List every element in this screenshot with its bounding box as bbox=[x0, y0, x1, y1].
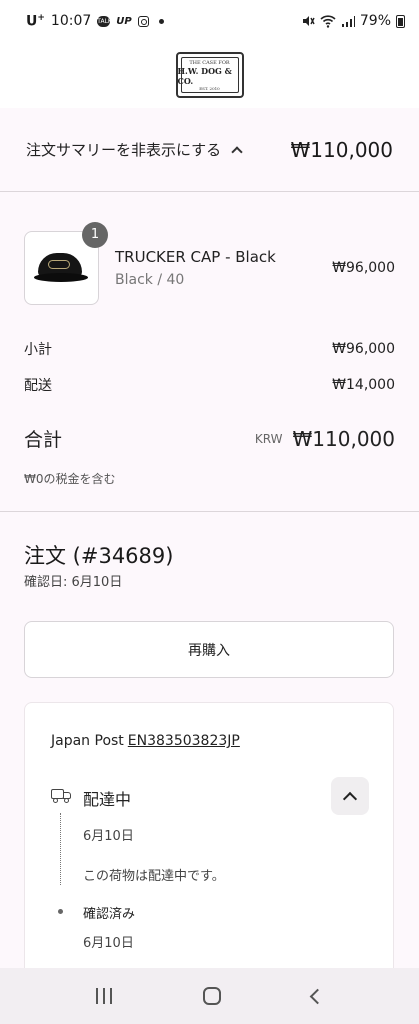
carrier-line: Japan Post EN383503823JP bbox=[51, 733, 240, 749]
shipping-label: 配送 bbox=[24, 378, 52, 394]
subtotal-value: ₩96,000 bbox=[332, 341, 395, 357]
logo-line1: THE CASE FOR bbox=[189, 59, 230, 66]
currency-code: KRW bbox=[254, 431, 283, 446]
battery-percent: 79% bbox=[359, 13, 391, 29]
carrier-label: U+ bbox=[26, 12, 45, 30]
total-value: ₩110,000 bbox=[292, 426, 395, 451]
signal-icon bbox=[341, 15, 355, 27]
event-title: 確認済み bbox=[83, 907, 136, 922]
status-bar: U+ 10:07 TALK UP 79% bbox=[0, 0, 419, 42]
status-right: 79% bbox=[301, 13, 405, 29]
timeline-bullet bbox=[58, 909, 63, 914]
clock: 10:07 bbox=[50, 13, 92, 29]
summary-toggle-label: 注文サマリーを非表示にする bbox=[26, 141, 222, 159]
battery-icon bbox=[396, 14, 405, 28]
rebuy-button[interactable]: 再購入 bbox=[24, 621, 394, 678]
item-price: ₩96,000 bbox=[332, 259, 395, 276]
item-info: TRUCKER CAP - Black Black / 40 bbox=[115, 248, 276, 288]
instagram-icon bbox=[137, 15, 149, 27]
total-row: 合計 KRW ₩110,000 bbox=[24, 425, 395, 452]
home-icon[interactable] bbox=[202, 987, 221, 1005]
shipping-value: ₩14,000 bbox=[332, 377, 395, 393]
store-header: THE CASE FOR H.W. DOG & CO. EST. 2010 bbox=[0, 42, 419, 108]
truck-icon bbox=[51, 789, 71, 803]
divider bbox=[0, 511, 419, 512]
shipping-row: 配送 ₩14,000 bbox=[24, 375, 395, 395]
order-confirmed-date: 確認日: 6月10日 bbox=[24, 575, 123, 590]
order-summary-toggle[interactable]: 注文サマリーを非表示にする ₩110,000 bbox=[0, 108, 419, 192]
collapse-tracking-button[interactable] bbox=[331, 777, 369, 815]
wifi-icon bbox=[320, 14, 336, 28]
chevron-up-icon bbox=[231, 145, 243, 158]
delivery-status: 配達中 bbox=[83, 790, 132, 809]
dot-icon bbox=[158, 18, 164, 24]
logo-line3: EST. 2010 bbox=[199, 85, 220, 91]
cap-image-icon bbox=[33, 251, 90, 285]
chevron-up-icon bbox=[342, 791, 358, 806]
tracking-number-link[interactable]: EN383503823JP bbox=[128, 733, 240, 749]
logo-line2: H.W. DOG & CO. bbox=[177, 65, 232, 86]
event-date: 6月10日 bbox=[83, 829, 134, 844]
recent-apps-icon[interactable] bbox=[95, 988, 112, 1004]
order-title: 注文 (#34689) bbox=[24, 544, 174, 568]
quantity-badge: 1 bbox=[82, 221, 108, 248]
chat-icon: TALK bbox=[97, 15, 112, 27]
store-logo[interactable]: THE CASE FOR H.W. DOG & CO. EST. 2010 bbox=[175, 52, 244, 98]
subtotal-label: 小計 bbox=[24, 342, 52, 358]
shipping-carrier: Japan Post bbox=[51, 733, 124, 749]
event-description: この荷物は配達中です。 bbox=[83, 869, 225, 884]
up-icon: UP bbox=[116, 15, 132, 27]
product-thumbnail: 1 bbox=[24, 221, 108, 305]
item-name: TRUCKER CAP - Black bbox=[115, 247, 276, 266]
event-date: 6月10日 bbox=[83, 936, 134, 951]
total-label: 合計 bbox=[24, 429, 63, 451]
system-nav-bar bbox=[0, 968, 419, 1024]
tracking-card: Japan Post EN383503823JP 配達中 6月10日 この荷物は配… bbox=[24, 702, 394, 992]
timeline-line bbox=[60, 813, 61, 885]
status-left: U+ 10:07 TALK UP bbox=[26, 12, 164, 30]
mute-icon bbox=[302, 16, 315, 26]
subtotal-row: 小計 ₩96,000 bbox=[24, 339, 395, 359]
summary-total: ₩110,000 bbox=[290, 137, 393, 162]
line-item: 1 TRUCKER CAP - Black Black / 40 ₩96,000 bbox=[24, 221, 395, 305]
item-variant: Black / 40 bbox=[115, 271, 185, 288]
tax-note: ₩0の税金を含む bbox=[24, 472, 116, 486]
back-icon[interactable] bbox=[310, 988, 326, 1004]
